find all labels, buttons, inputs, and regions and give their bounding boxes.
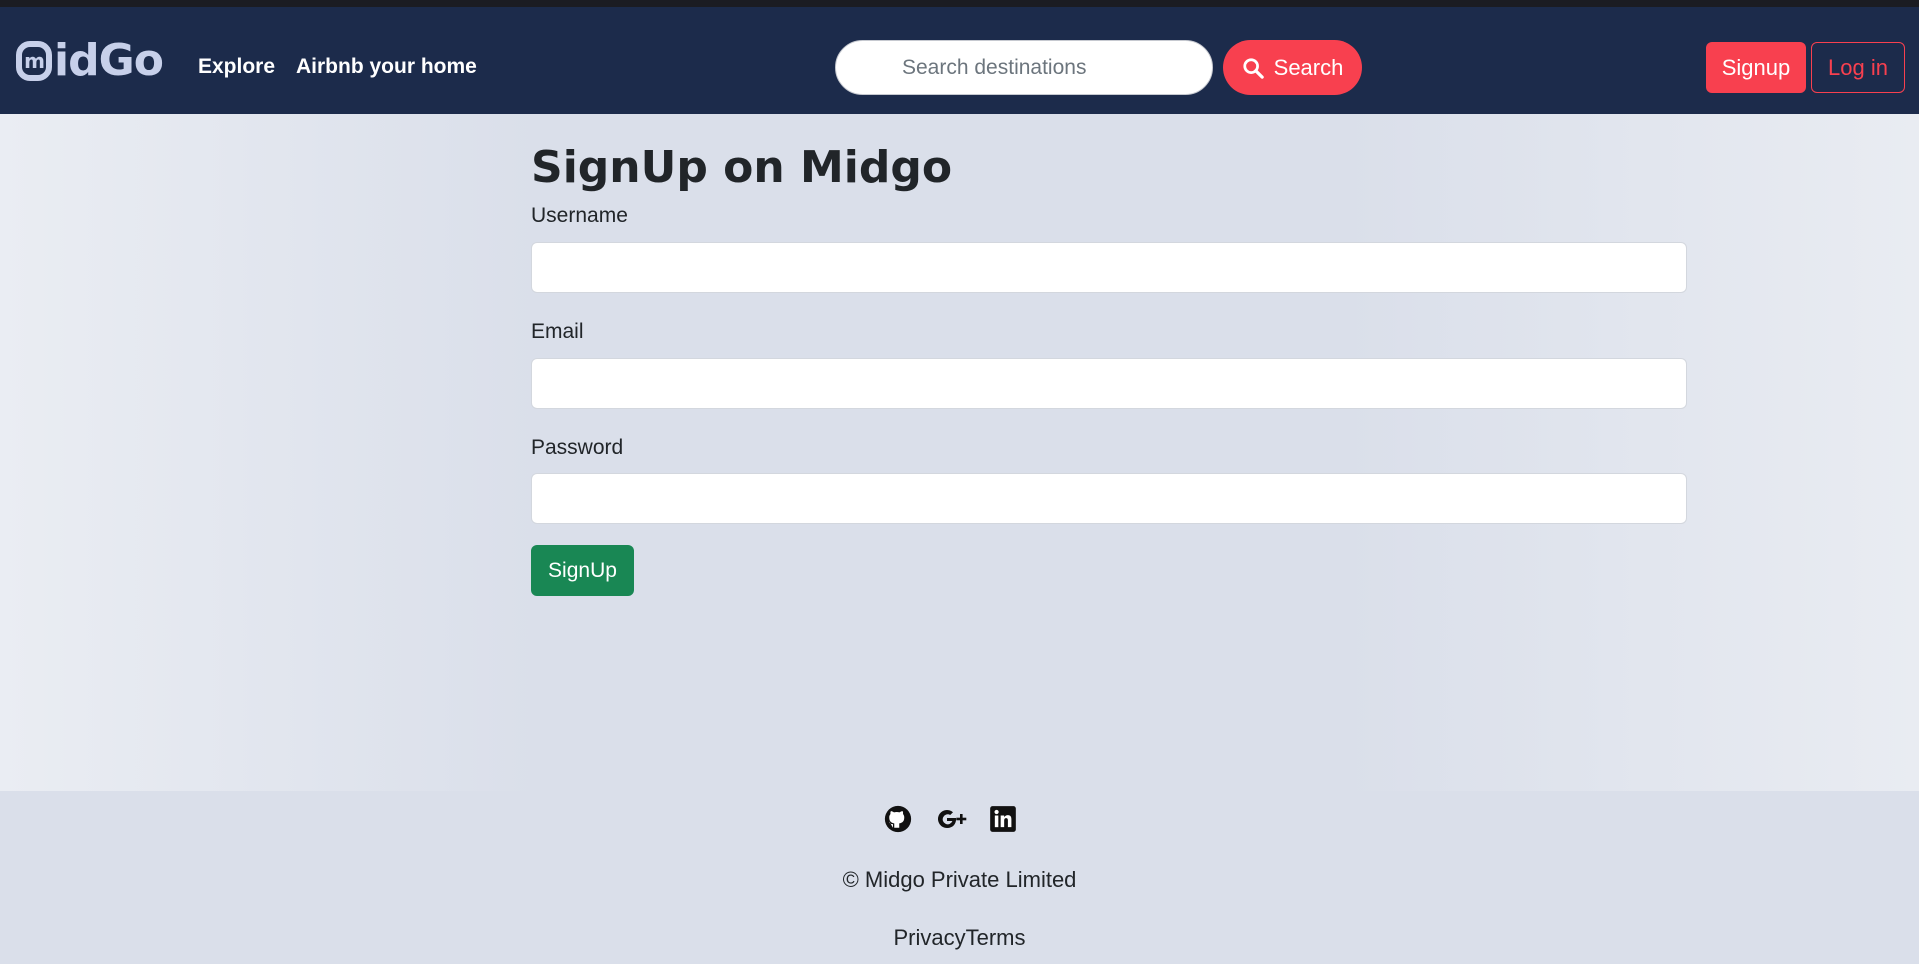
brand-name: idGo <box>54 35 164 86</box>
linkedin-icon[interactable] <box>989 805 1017 833</box>
social-links <box>883 804 1017 834</box>
search-button[interactable]: Search <box>1223 40 1362 95</box>
navbar: m idGo Explore Airbnb your home Search d… <box>0 7 1919 114</box>
search-icon <box>1243 57 1264 79</box>
nav-explore[interactable]: Explore <box>198 56 275 77</box>
page-title: SignUp on Midgo <box>531 142 953 193</box>
email-field[interactable] <box>531 358 1687 409</box>
password-field[interactable] <box>531 473 1687 524</box>
google-plus-icon[interactable] <box>933 804 969 834</box>
search-placeholder: Search destinations <box>902 55 1087 79</box>
footer-links: PrivacyTerms <box>0 925 1919 951</box>
search-input[interactable]: Search destinations <box>835 40 1213 95</box>
email-label: Email <box>531 320 584 343</box>
search-button-label: Search <box>1273 54 1344 80</box>
nav-airbnb-your-home[interactable]: Airbnb your home <box>296 56 477 77</box>
browser-top-strip <box>0 0 1919 7</box>
username-label: Username <box>531 204 628 227</box>
privacy-link[interactable]: Privacy <box>893 925 965 950</box>
username-field[interactable] <box>531 242 1687 293</box>
logo-m-icon: m <box>16 41 52 81</box>
github-icon[interactable] <box>883 804 913 834</box>
terms-link[interactable]: Terms <box>966 925 1026 950</box>
main-content: SignUp on Midgo Username Email Password … <box>0 114 1919 791</box>
footer: © Midgo Private Limited PrivacyTerms <box>0 791 1919 964</box>
password-label: Password <box>531 436 624 459</box>
login-button[interactable]: Log in <box>1811 42 1905 93</box>
brand-logo[interactable]: m idGo <box>16 35 164 86</box>
signup-button[interactable]: Signup <box>1706 42 1806 93</box>
copyright-text: © Midgo Private Limited <box>842 867 1077 892</box>
signup-submit-button[interactable]: SignUp <box>531 545 634 596</box>
